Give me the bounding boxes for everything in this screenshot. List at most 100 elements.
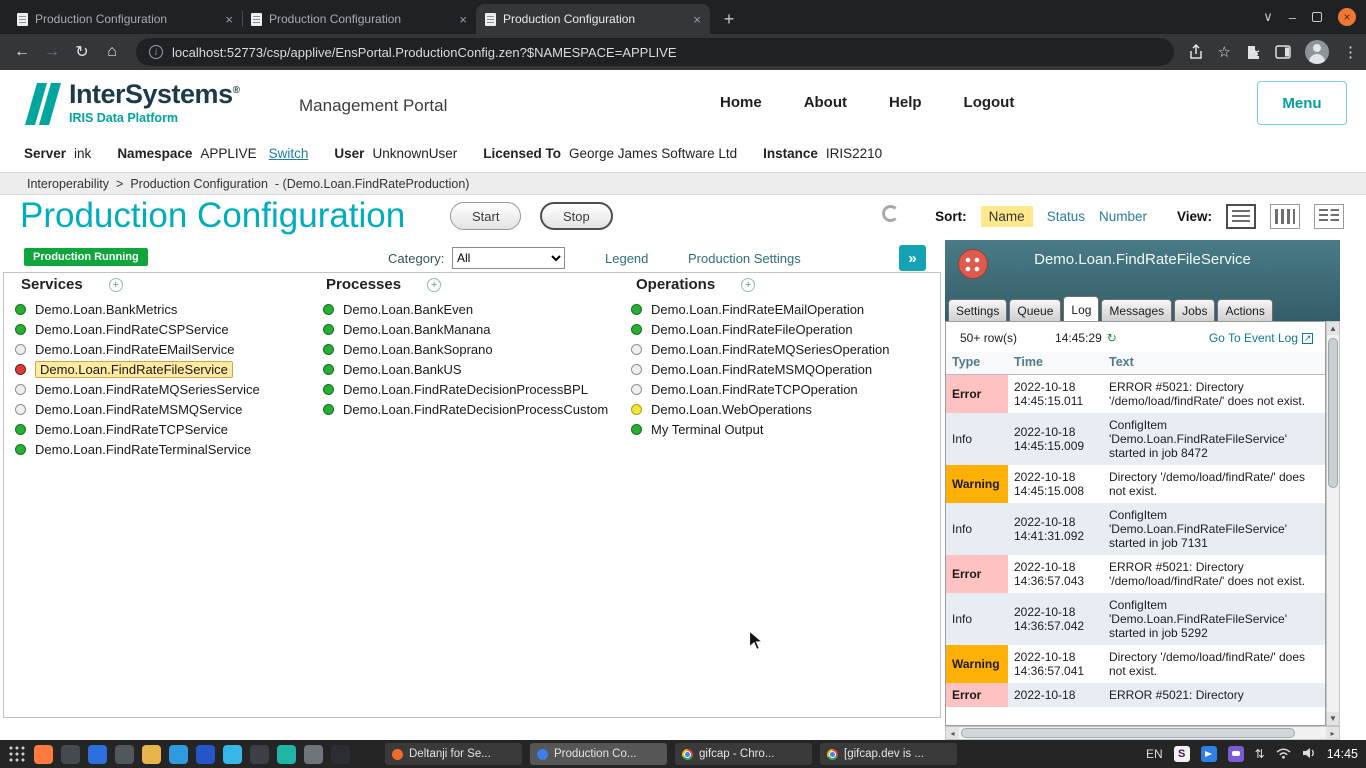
updown-arrows-icon[interactable]: ⇅ <box>1255 747 1265 761</box>
tab-log[interactable]: Log <box>1063 296 1099 321</box>
slack-tray-icon[interactable]: S <box>1174 746 1190 762</box>
files-folder-icon[interactable] <box>169 745 188 764</box>
minimize-icon[interactable]: – <box>1289 10 1296 25</box>
category-select[interactable]: All <box>452 247 565 269</box>
taskbar-window-gifcap-dialog[interactable]: [gifcap.dev is ... <box>820 743 957 765</box>
share-icon[interactable] <box>1188 44 1204 60</box>
browser-tab-2[interactable]: Production Configuration × <box>242 4 476 34</box>
service-item[interactable]: Demo.Loan.BankMetrics <box>15 299 260 319</box>
browser-menu-kebab-icon[interactable]: ⋮ <box>1343 43 1358 61</box>
tab-close-icon[interactable]: × <box>225 12 233 27</box>
log-row[interactable]: Error 2022-10-1814:36:57.043 ERROR #5021… <box>946 555 1325 593</box>
taskbar-app-icon[interactable] <box>250 745 269 764</box>
process-item[interactable]: Demo.Loan.FindRateDecisionProcessBPL <box>323 379 608 399</box>
process-item[interactable]: Demo.Loan.BankSoprano <box>323 339 608 359</box>
log-row[interactable]: Error 2022-10-1814:45:15.011 ERROR #5021… <box>946 375 1325 414</box>
operation-item[interactable]: Demo.Loan.WebOperations <box>631 399 889 419</box>
taskbar-app-icon[interactable] <box>142 745 161 764</box>
new-tab-button[interactable]: + <box>716 6 742 32</box>
legend-link[interactable]: Legend <box>605 251 648 266</box>
service-item[interactable]: Demo.Loan.FindRateEMailService <box>15 339 260 359</box>
show-applications-icon[interactable] <box>8 745 26 763</box>
nav-about-link[interactable]: About <box>804 94 847 111</box>
taskbar-window-deltanji[interactable]: Deltanji for Se... <box>385 743 522 765</box>
taskbar-app-icon[interactable] <box>304 745 323 764</box>
view-split-icon[interactable] <box>1314 204 1344 229</box>
tab-close-icon[interactable]: × <box>693 12 701 27</box>
sort-by-number-option[interactable]: Number <box>1099 209 1147 224</box>
tab-queue[interactable]: Queue <box>1009 299 1061 321</box>
log-row[interactable]: Error 2022-10-18 ERROR #5021: Directory <box>946 683 1325 707</box>
address-bar[interactable]: i localhost:52773/csp/applive/EnsPortal.… <box>136 38 1174 66</box>
service-item-selected[interactable]: Demo.Loan.FindRateFileService <box>15 359 260 379</box>
operation-item[interactable]: Demo.Loan.FindRateFileOperation <box>631 319 889 339</box>
process-item[interactable]: Demo.Loan.BankManana <box>323 319 608 339</box>
breadcrumb-interoperability-link[interactable]: Interoperability <box>27 177 109 191</box>
view-grid-icon[interactable] <box>1270 204 1300 229</box>
profile-avatar[interactable] <box>1305 40 1329 64</box>
log-row[interactable]: Info 2022-10-1814:41:31.092 ConfigItem '… <box>946 503 1325 555</box>
chat-tray-icon[interactable] <box>1228 746 1244 762</box>
reload-icon[interactable]: ↻ <box>68 38 96 66</box>
add-operation-icon[interactable]: + <box>741 278 755 292</box>
service-item[interactable]: Demo.Loan.FindRateTCPService <box>15 419 260 439</box>
wifi-icon[interactable] <box>1276 747 1291 762</box>
process-item[interactable]: Demo.Loan.BankEven <box>323 299 608 319</box>
service-item[interactable]: Demo.Loan.FindRateMQSeriesService <box>15 379 260 399</box>
camera-tray-icon[interactable] <box>1201 746 1217 762</box>
tab-jobs[interactable]: Jobs <box>1174 299 1215 321</box>
firefox-icon[interactable] <box>61 745 80 764</box>
operation-item[interactable]: My Terminal Output <box>631 419 889 439</box>
taskbar-app-icon[interactable] <box>358 745 377 764</box>
scroll-left-icon[interactable]: ◂ <box>946 727 959 739</box>
breadcrumb-page-link[interactable]: Production Configuration <box>130 177 268 191</box>
view-list-icon[interactable] <box>1226 204 1256 229</box>
switch-namespace-link[interactable]: Switch <box>269 146 309 161</box>
service-item[interactable]: Demo.Loan.FindRateTerminalService <box>15 439 260 459</box>
menu-button[interactable]: Menu <box>1257 81 1347 125</box>
panel-horizontal-scrollbar[interactable]: ◂ ▸ <box>945 726 1340 740</box>
tab-close-icon[interactable]: × <box>459 12 467 27</box>
sort-by-name-option[interactable]: Name <box>981 206 1033 227</box>
service-item[interactable]: Demo.Loan.FindRateMSMQService <box>15 399 260 419</box>
volume-icon[interactable] <box>1302 747 1316 762</box>
taskbar-app-icon[interactable] <box>115 745 134 764</box>
production-settings-link[interactable]: Production Settings <box>688 251 801 266</box>
window-close-icon[interactable]: × <box>1338 8 1356 26</box>
vertical-scroll-thumb[interactable] <box>1328 338 1338 488</box>
operation-item[interactable]: Demo.Loan.FindRateMSMQOperation <box>631 359 889 379</box>
sort-by-status-option[interactable]: Status <box>1047 209 1085 224</box>
input-language-indicator[interactable]: EN <box>1146 747 1163 761</box>
taskbar-app-icon[interactable] <box>34 745 53 764</box>
tab-actions[interactable]: Actions <box>1217 299 1272 321</box>
scroll-up-icon[interactable]: ▲ <box>1327 322 1339 335</box>
panel-vertical-scrollbar[interactable]: ▲ ▼ <box>1326 321 1340 726</box>
add-process-icon[interactable]: + <box>427 278 441 292</box>
taskbar-app-icon[interactable] <box>223 745 242 764</box>
operation-item[interactable]: Demo.Loan.FindRateTCPOperation <box>631 379 889 399</box>
taskbar-window-gifcap[interactable]: gifcap - Chro... <box>675 743 812 765</box>
bookmark-star-icon[interactable]: ☆ <box>1218 43 1231 61</box>
service-item[interactable]: Demo.Loan.FindRateCSPService <box>15 319 260 339</box>
browser-tab-3-active[interactable]: Production Configuration × <box>476 4 710 34</box>
taskbar-window-production-config[interactable]: Production Co... <box>530 743 667 765</box>
taskbar-app-icon[interactable] <box>88 745 107 764</box>
stop-button[interactable]: Stop <box>540 202 613 230</box>
operation-item[interactable]: Demo.Loan.FindRateEMailOperation <box>631 299 889 319</box>
nav-home-link[interactable]: Home <box>720 94 762 111</box>
extensions-puzzle-icon[interactable] <box>1245 44 1261 60</box>
scroll-right-icon[interactable]: ▸ <box>1326 727 1339 739</box>
process-item[interactable]: Demo.Loan.FindRateDecisionProcessCustom <box>323 399 608 419</box>
tab-messages[interactable]: Messages <box>1101 299 1172 321</box>
log-row[interactable]: Info 2022-10-1814:45:15.009 ConfigItem '… <box>946 413 1325 465</box>
window-menu-chevron-icon[interactable]: ∨ <box>1263 9 1273 25</box>
refresh-icon[interactable]: ↻ <box>1107 331 1117 345</box>
process-item[interactable]: Demo.Loan.BankUS <box>323 359 608 379</box>
site-info-icon[interactable]: i <box>149 45 163 59</box>
taskbar-app-icon[interactable] <box>331 745 350 764</box>
add-service-icon[interactable]: + <box>109 278 123 292</box>
forward-icon[interactable]: → <box>38 38 66 66</box>
log-row[interactable]: Warning 2022-10-1814:36:57.041 Directory… <box>946 645 1325 683</box>
taskbar-app-icon[interactable] <box>277 745 296 764</box>
nav-help-link[interactable]: Help <box>889 94 922 111</box>
